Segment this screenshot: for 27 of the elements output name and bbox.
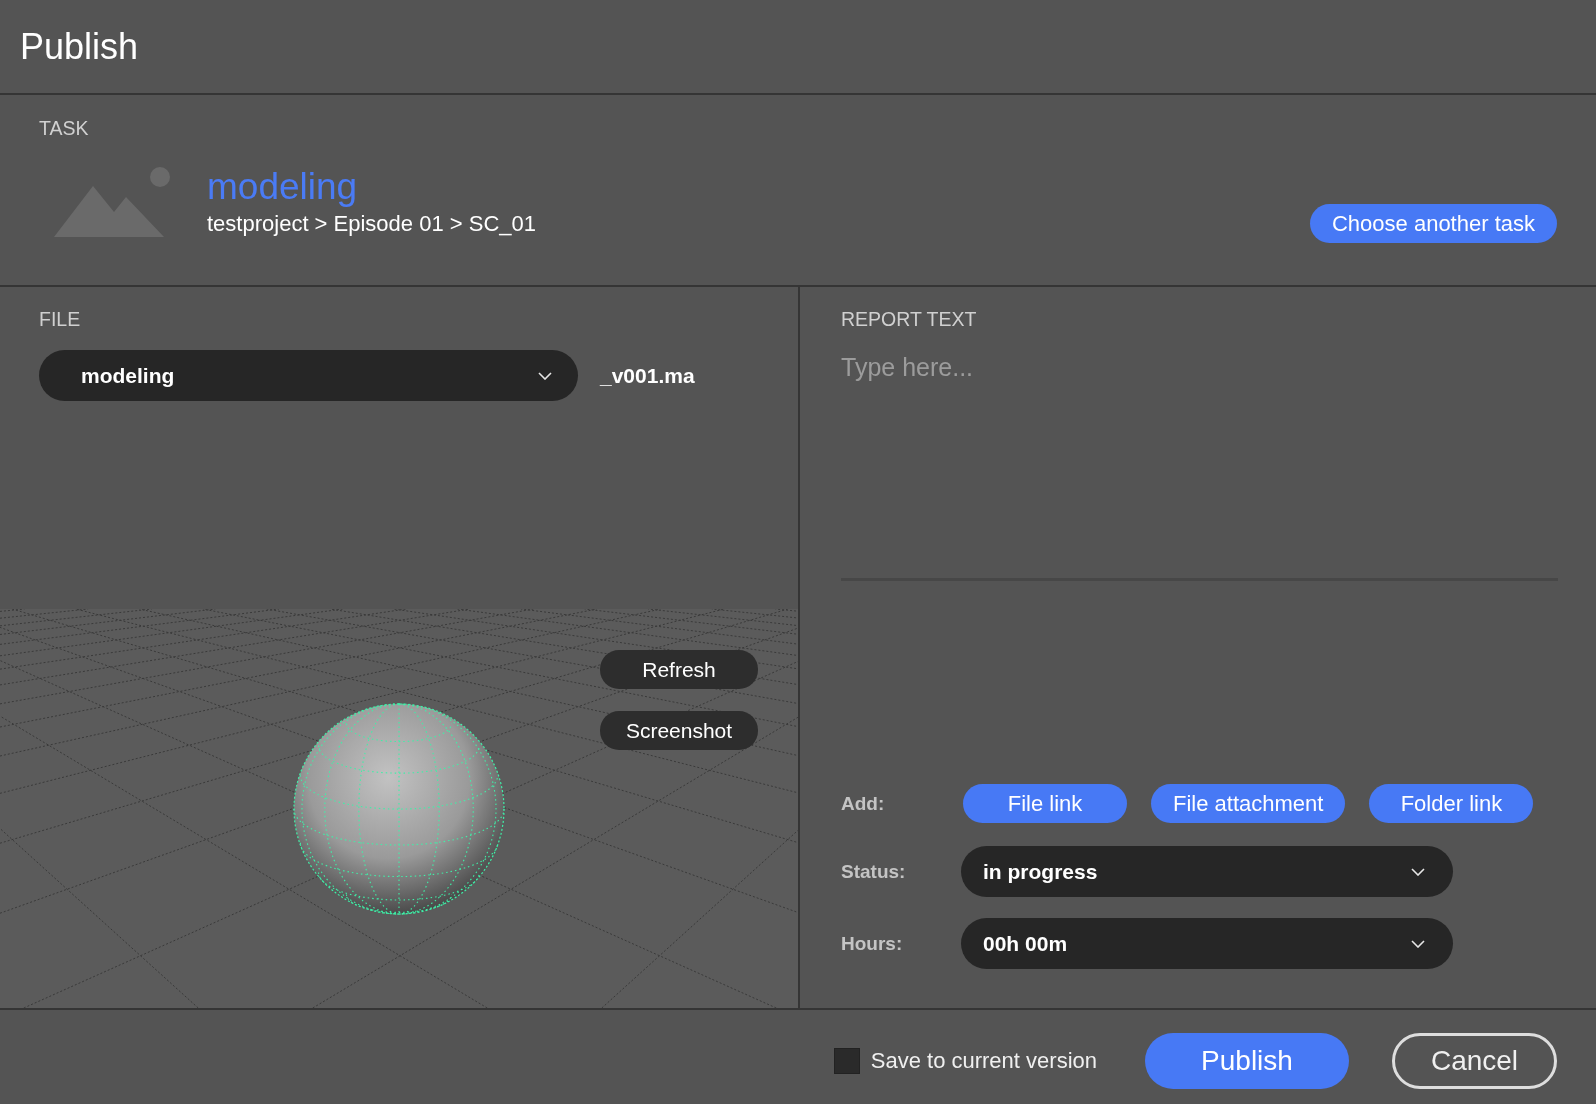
- file-version-suffix: _v001.ma: [600, 363, 695, 388]
- file-link-button[interactable]: File link: [963, 784, 1127, 823]
- hours-dropdown[interactable]: 00h 00m: [961, 918, 1453, 969]
- task-section-label: TASK: [39, 117, 89, 139]
- save-version-checkbox[interactable]: [833, 1048, 860, 1074]
- chevron-down-icon: [538, 371, 552, 380]
- chevron-down-icon: [1411, 939, 1425, 948]
- publish-button[interactable]: Publish: [1145, 1033, 1349, 1089]
- save-version-label: Save to current version: [870, 1048, 1097, 1074]
- add-label: Add:: [841, 792, 886, 815]
- report-section-label: REPORT TEXT: [841, 308, 977, 330]
- refresh-button[interactable]: Refresh: [600, 650, 758, 689]
- task-path: testproject > Episode 01 > SC_01: [207, 211, 536, 237]
- screenshot-button[interactable]: Screenshot: [600, 711, 758, 750]
- chevron-down-icon: [1411, 867, 1425, 876]
- folder-link-button[interactable]: Folder link: [1369, 784, 1534, 823]
- file-name-dropdown[interactable]: modeling: [39, 350, 578, 401]
- choose-another-task-button[interactable]: Choose another task: [1309, 204, 1557, 243]
- dialog-title: Publish: [20, 25, 139, 68]
- hours-label: Hours:: [841, 932, 904, 955]
- file-section-label: FILE: [39, 308, 81, 330]
- task-name: modeling: [207, 167, 358, 207]
- cancel-button[interactable]: Cancel: [1392, 1033, 1557, 1089]
- status-label: Status:: [841, 860, 907, 883]
- status-dropdown[interactable]: in progress: [961, 846, 1453, 897]
- file-attachment-button[interactable]: File attachment: [1151, 784, 1346, 823]
- report-text-field[interactable]: Type here...: [841, 352, 1558, 581]
